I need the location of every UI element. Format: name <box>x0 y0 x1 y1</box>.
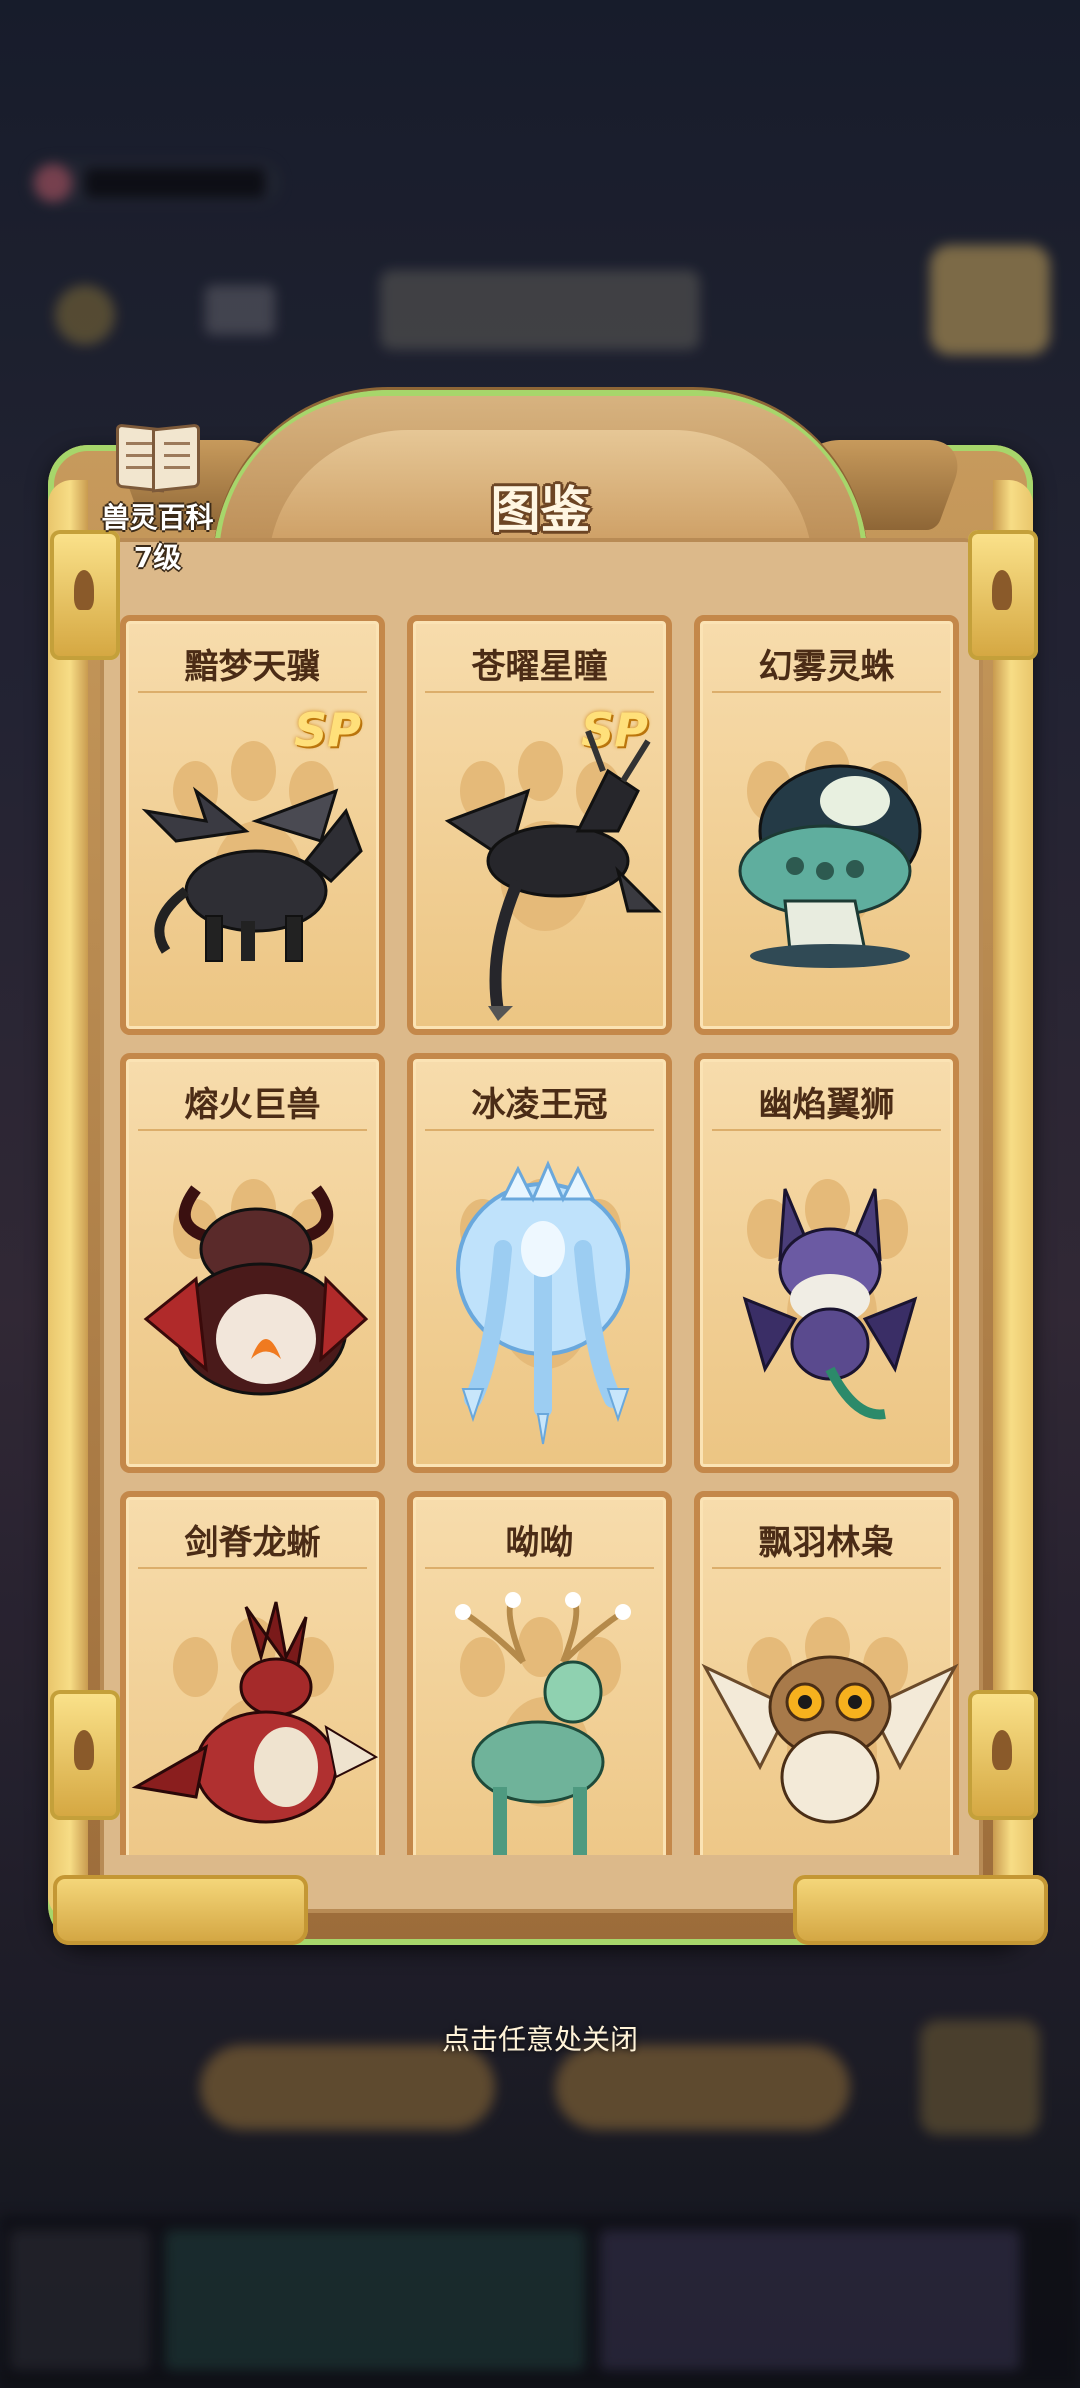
creature-card[interactable]: 剑脊龙蜥 <box>120 1491 385 1855</box>
creature-card[interactable]: 熔火巨兽 <box>120 1053 385 1473</box>
creature-name: 熔火巨兽 <box>184 1085 321 1125</box>
creature-grid: 黯梦天骥 SP 苍曜星瞳 SP 幻雾灵蛛 熔火巨兽 冰凌王冠 幽焰翼狮 剑脊龙蜥… <box>110 605 970 1855</box>
creature-name: 呦呦 <box>505 1523 574 1563</box>
mushroom-spider-icon <box>738 764 922 968</box>
beast-encyclopedia-badge[interactable]: 兽灵百科 7级 <box>85 420 230 585</box>
creature-card[interactable]: 幻雾灵蛛 <box>694 615 959 1035</box>
creature-card[interactable]: 幽焰翼狮 <box>694 1053 959 1473</box>
close-hint: 点击任意处关闭 <box>441 2023 638 2056</box>
shadow-winged-lion-icon <box>742 1188 918 1420</box>
creature-name: 幽焰翼狮 <box>758 1085 895 1125</box>
crimson-dragon-icon <box>131 1601 379 1824</box>
creature-card[interactable]: 黯梦天骥 SP <box>120 615 385 1035</box>
dark-pegasus-icon <box>141 786 363 962</box>
dark-dragon-icon <box>444 729 662 1021</box>
book-icon <box>114 420 202 493</box>
lava-beast-icon <box>143 1185 369 1396</box>
frame-corner-bottom-right <box>968 1690 1038 1820</box>
creature-card[interactable]: 飘羽林枭 <box>694 1491 959 1855</box>
creature-card[interactable]: 呦呦 <box>407 1491 672 1855</box>
creature-name: 黯梦天骥 <box>184 647 321 687</box>
creature-name: 苍曜星瞳 <box>471 647 608 687</box>
sp-badge: SP <box>294 703 361 757</box>
creature-name: 幻雾灵蛛 <box>758 647 895 687</box>
creature-card[interactable]: 冰凌王冠 <box>407 1053 672 1473</box>
forest-owl-icon <box>701 1655 959 1824</box>
frame-foot-right <box>793 1875 1048 1945</box>
encyclopedia-label: 兽灵百科 <box>101 501 214 534</box>
creature-name: 冰凌王冠 <box>471 1085 608 1125</box>
creature-name: 飘羽林枭 <box>758 1523 895 1563</box>
flower-deer-icon <box>455 1592 631 1855</box>
creature-card[interactable]: 苍曜星瞳 SP <box>407 615 672 1035</box>
ice-crown-spirit-icon <box>456 1160 630 1445</box>
frame-foot-left <box>53 1875 308 1945</box>
frame-corner-top-right <box>968 530 1038 660</box>
creature-name: 剑脊龙蜥 <box>184 1523 321 1563</box>
encyclopedia-level: 7级 <box>133 541 182 574</box>
